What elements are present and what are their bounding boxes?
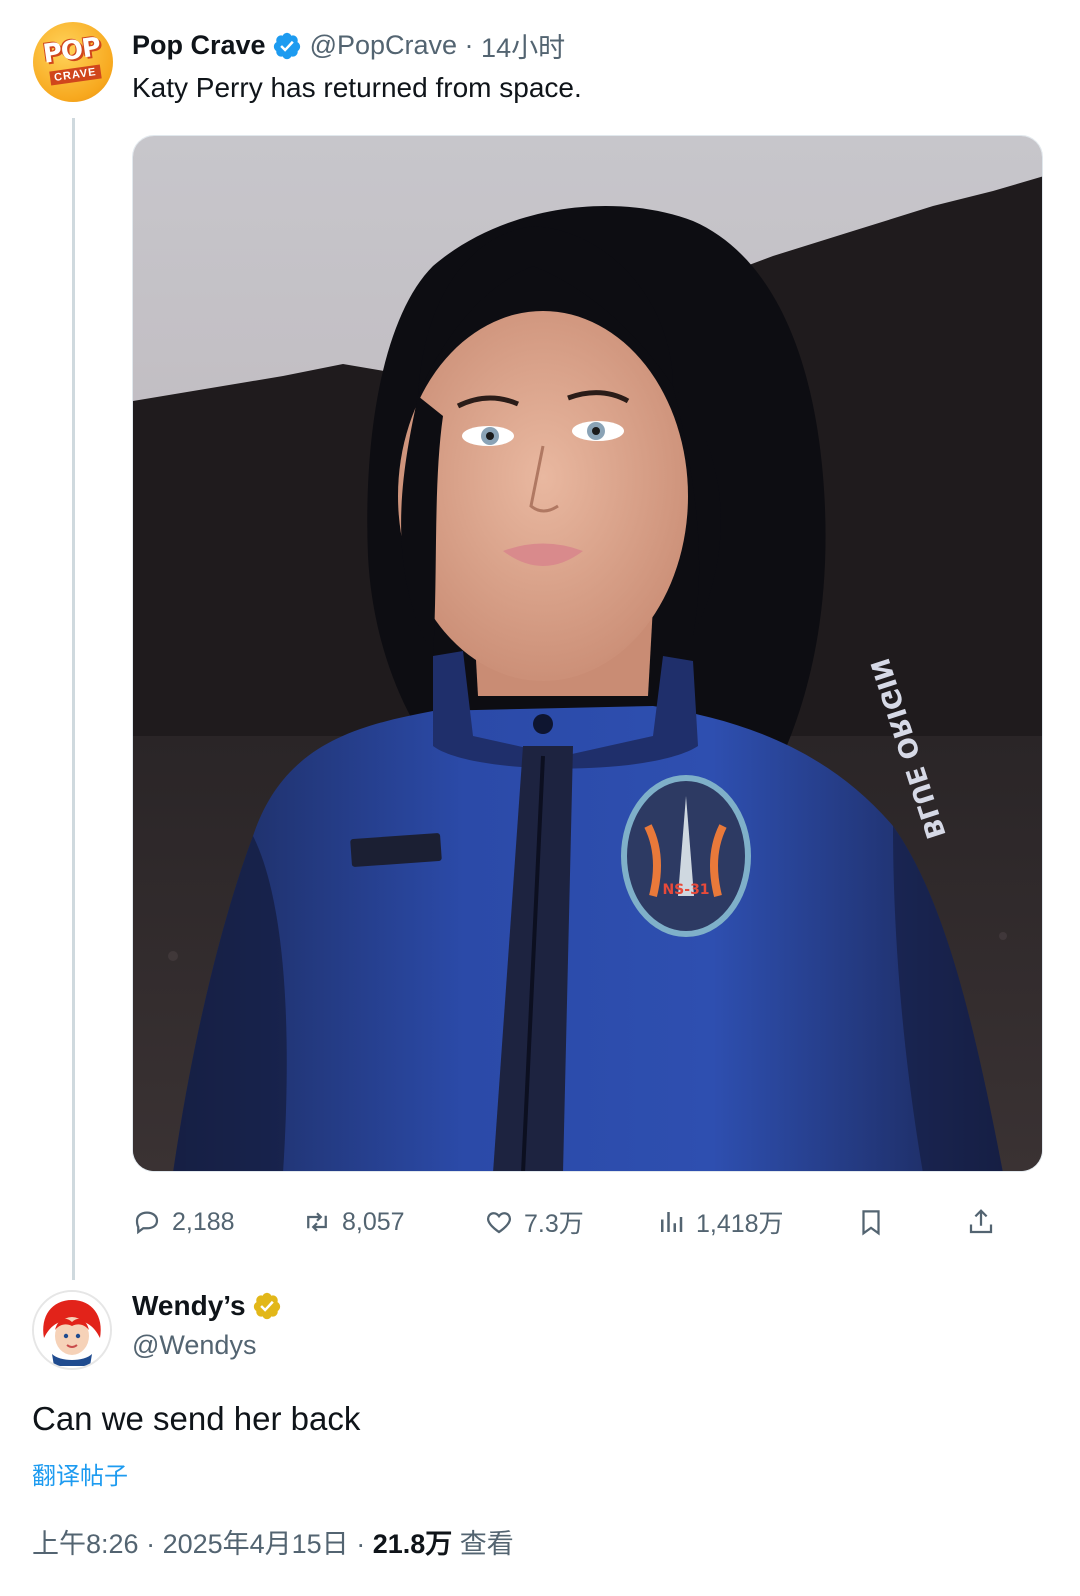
reply-meta: 上午8:26 · 2025年4月15日 · 21.8万 查看 [32, 1522, 514, 1561]
reply-time[interactable]: 上午8:26 [32, 1529, 139, 1559]
reply-author-row: Wendy’s [132, 1290, 290, 1322]
reply-date[interactable]: 2025年4月15日 [163, 1529, 349, 1559]
views-count: 1,418万 [696, 1210, 784, 1238]
bookmark-button[interactable] [856, 1200, 896, 1244]
reply-views-count: 21.8万 [372, 1529, 453, 1559]
retweet-button[interactable]: 8,057 [302, 1200, 405, 1244]
reply-button[interactable]: 2,188 [132, 1200, 235, 1244]
meta-space [452, 1529, 460, 1559]
tweet-time[interactable]: 14小时 [481, 26, 565, 65]
like-icon [487, 1212, 511, 1234]
original-tweet[interactable]: POP CRAVE Pop Crave @PopCrave · 14小时 Kat… [0, 0, 1080, 1280]
avatar-logo-pop: POP [41, 32, 103, 70]
views-icon [661, 1212, 683, 1232]
reply-author-handle[interactable]: @Wendys [132, 1330, 256, 1361]
wendys-avatar[interactable] [32, 1290, 112, 1370]
meta-dot: · [138, 1529, 163, 1559]
bookmark-icon [862, 1210, 880, 1236]
tweet-photo[interactable]: NS-31 BLUE ORIGIN [132, 135, 1043, 1172]
views-button[interactable]: 1,418万 [656, 1200, 784, 1244]
tweet-text: Katy Perry has returned from space. [132, 72, 582, 103]
like-button[interactable]: 7.3万 [484, 1200, 584, 1244]
separator-dot: · [457, 30, 482, 60]
photo-illustration: NS-31 BLUE ORIGIN [133, 136, 1042, 1171]
retweet-count: 8,057 [342, 1207, 405, 1236]
author-handle[interactable]: @PopCrave [310, 30, 457, 61]
verified-badge-icon [273, 32, 300, 59]
patch-text: NS-31 [662, 882, 709, 898]
verified-badge-icon [253, 1292, 280, 1320]
reply-text: Can we send her back [32, 1400, 361, 1437]
tweet-header: Pop Crave @PopCrave · 14小时 [132, 26, 565, 65]
author-name[interactable]: Pop Crave [132, 30, 266, 61]
share-button[interactable] [966, 1200, 1006, 1244]
reply-count: 2,188 [172, 1207, 235, 1236]
popcrave-avatar[interactable]: POP CRAVE [33, 22, 113, 102]
like-count: 7.3万 [524, 1210, 584, 1238]
share-icon [969, 1209, 993, 1234]
tweet-actions-bar: 2,188 8,057 7.3万 1,418万 [132, 1200, 1012, 1244]
retweet-icon [307, 1212, 327, 1232]
meta-dot: · [348, 1529, 373, 1559]
wendys-logo-icon [34, 1292, 110, 1368]
reply-icon [135, 1211, 159, 1235]
reply-views-label: 查看 [459, 1529, 514, 1559]
reply-author-name[interactable]: Wendy’s [132, 1290, 246, 1322]
translate-post-link[interactable]: 翻译帖子 [32, 1456, 128, 1491]
